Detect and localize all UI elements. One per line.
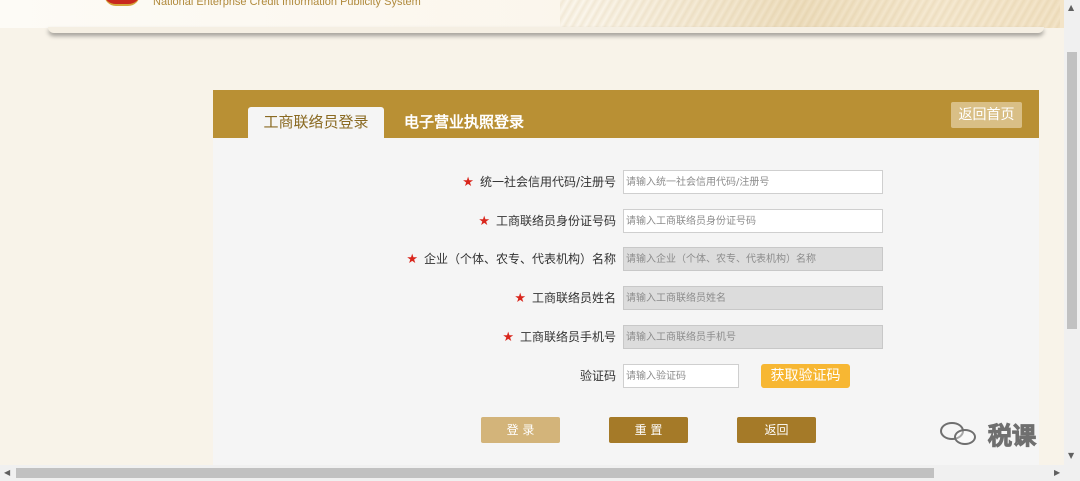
- login-button[interactable]: 登 录: [481, 417, 560, 443]
- scroll-up-icon[interactable]: ▲: [1068, 4, 1074, 12]
- form-row-enterprise-name: ★ 企业（个体、农专、代表机构）名称: [213, 247, 1039, 271]
- panel-header: 工商联络员登录 电子营业执照登录 返回首页: [213, 90, 1039, 138]
- field-label: ★ 工商联络员手机号: [502, 330, 616, 345]
- field-label: ★ 统一社会信用代码/注册号: [462, 175, 616, 190]
- vertical-scrollbar[interactable]: ▲ ▼: [1064, 0, 1080, 465]
- tab-liaison-login[interactable]: 工商联络员登录: [248, 107, 384, 138]
- tab-e-license-login[interactable]: 电子营业执照登录: [404, 107, 524, 138]
- reset-button[interactable]: 重 置: [609, 417, 688, 443]
- wechat-icon: [940, 418, 984, 448]
- enterprise-name-input: [623, 247, 883, 271]
- header-decoration: [560, 0, 1060, 28]
- watermark: 税课: [940, 416, 1037, 450]
- horizontal-scrollbar[interactable]: ◀ ▶: [0, 465, 1080, 481]
- site-header: National Enterprise Credit Information P…: [0, 0, 1064, 28]
- form-row-liaison-name: ★ 工商联络员姓名: [213, 286, 1039, 310]
- required-star-icon: ★: [478, 214, 490, 229]
- form-row-credit-code: ★ 统一社会信用代码/注册号: [213, 170, 1039, 194]
- scroll-left-icon[interactable]: ◀: [4, 469, 10, 477]
- required-star-icon: ★: [502, 330, 514, 345]
- login-panel: 工商联络员登录 电子营业执照登录 返回首页 ★统一社会信用代码/注册号 ★工商联…: [213, 90, 1039, 465]
- system-name-en: National Enterprise Credit Information P…: [153, 0, 421, 8]
- field-label: ★ 工商联络员身份证号码: [478, 214, 616, 229]
- national-emblem-icon: [104, 0, 140, 6]
- return-button[interactable]: 返回: [737, 417, 816, 443]
- required-star-icon: ★: [462, 175, 474, 190]
- required-star-icon: ★: [406, 252, 418, 267]
- form-row-id-number: ★ 工商联络员身份证号码: [213, 209, 1039, 233]
- get-captcha-button[interactable]: 获取验证码: [761, 364, 850, 388]
- header-bottom-edge: [48, 27, 1044, 33]
- id-number-input[interactable]: [623, 209, 883, 233]
- scroll-right-icon[interactable]: ▶: [1054, 469, 1060, 477]
- form-row-phone: ★ 工商联络员手机号: [213, 325, 1039, 349]
- captcha-input[interactable]: [623, 364, 739, 388]
- phone-input: [623, 325, 883, 349]
- scroll-down-icon[interactable]: ▼: [1068, 452, 1074, 460]
- form-row-captcha: 验证码 获取验证码: [213, 364, 1039, 388]
- vertical-scroll-thumb[interactable]: [1067, 52, 1077, 329]
- liaison-name-input: [623, 286, 883, 310]
- back-to-home-button[interactable]: 返回首页: [951, 102, 1022, 128]
- required-star-icon: ★: [514, 291, 526, 306]
- horizontal-scroll-thumb[interactable]: [16, 468, 934, 478]
- field-label: ★ 企业（个体、农专、代表机构）名称: [406, 252, 616, 267]
- field-label: 验证码: [579, 369, 616, 383]
- watermark-text: 税课: [988, 421, 1037, 450]
- credit-code-input[interactable]: [623, 170, 883, 194]
- field-label: ★ 工商联络员姓名: [514, 291, 616, 306]
